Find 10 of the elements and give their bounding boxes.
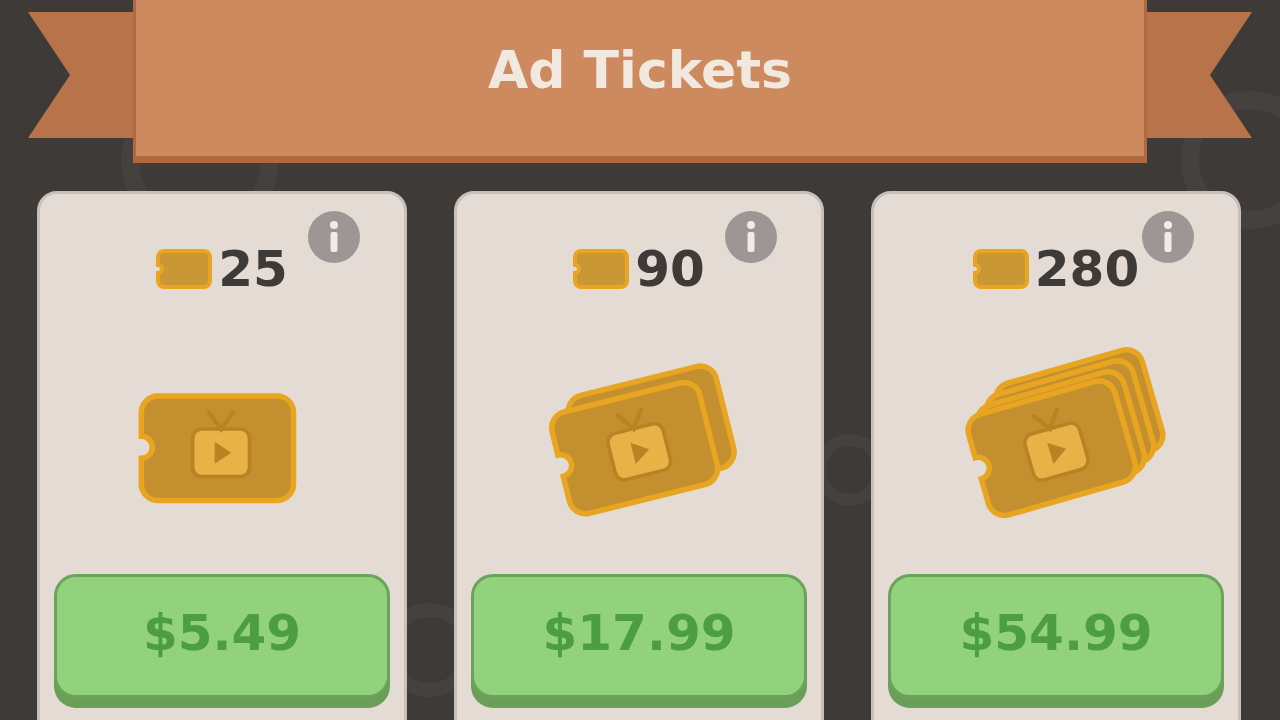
banner-title: Ad Tickets (488, 39, 792, 100)
ticket-count: 280 (1034, 244, 1140, 294)
ticket-count: 90 (635, 244, 705, 294)
info-icon[interactable] (725, 211, 777, 263)
ticket-icon (156, 249, 213, 289)
info-icon[interactable] (1142, 211, 1194, 263)
ticket-count: 25 (218, 244, 288, 294)
ticket-icon (972, 249, 1029, 289)
info-icon[interactable] (308, 211, 360, 263)
ticket-icon (573, 249, 630, 289)
